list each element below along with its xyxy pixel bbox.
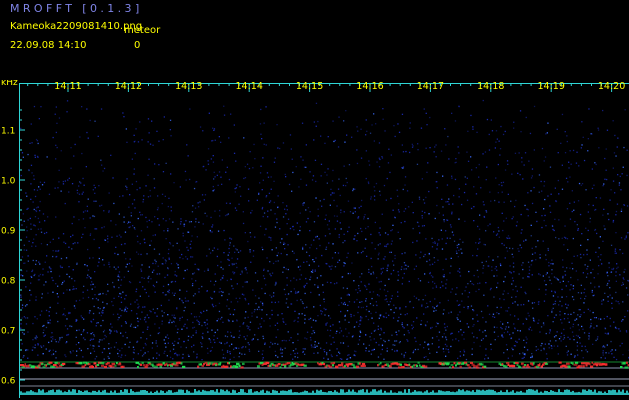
time-tick-label: 14:13 bbox=[175, 81, 202, 92]
time-tick-label: 14:18 bbox=[477, 81, 504, 92]
time-tick-label: 14:20 bbox=[598, 81, 625, 92]
freq-tick-label: 1.0 bbox=[1, 177, 16, 187]
time-tick-label: 14:14 bbox=[236, 81, 263, 92]
carrier-band bbox=[20, 361, 629, 387]
time-tick-label: 14:16 bbox=[356, 81, 383, 92]
datetime-label: 22.09.08 14:10 bbox=[10, 40, 87, 51]
frequency-axis: kHz 1.1 1.0 0.9 0.8 0.7 0.6 14:11 14:12 14:13 14:1… bbox=[1, 80, 629, 398]
axis-unit-label: kHz bbox=[1, 80, 18, 88]
freq-tick-label: 1.1 bbox=[1, 127, 15, 137]
time-tick-label: 14:12 bbox=[115, 81, 142, 92]
filename-label: Kameoka2209081410.png bbox=[10, 21, 143, 32]
freq-tick-label: 0.7 bbox=[1, 327, 15, 337]
spectrogram-noise bbox=[20, 99, 629, 395]
spectrogram: kHz 1.1 1.0 0.9 0.8 0.7 0.6 14:11 14:12 14:13 14:1… bbox=[1, 80, 629, 398]
time-tick-label: 14:15 bbox=[296, 81, 323, 92]
time-tick-label: 14:19 bbox=[538, 81, 565, 92]
meteor-label: meteor bbox=[124, 25, 161, 36]
freq-tick-label: 0.8 bbox=[1, 277, 16, 287]
time-tick-label: 14:17 bbox=[417, 81, 444, 92]
meteor-count: 0 bbox=[134, 40, 141, 51]
app-title: MROFFT [0.1.3] bbox=[10, 2, 143, 15]
freq-tick-label: 0.9 bbox=[1, 227, 16, 237]
freq-tick-label: 0.6 bbox=[1, 377, 16, 387]
time-tick-label: 14:11 bbox=[54, 81, 81, 92]
mrofft-window: MROFFT [0.1.3] Kameoka2209081410.png met… bbox=[0, 0, 629, 400]
